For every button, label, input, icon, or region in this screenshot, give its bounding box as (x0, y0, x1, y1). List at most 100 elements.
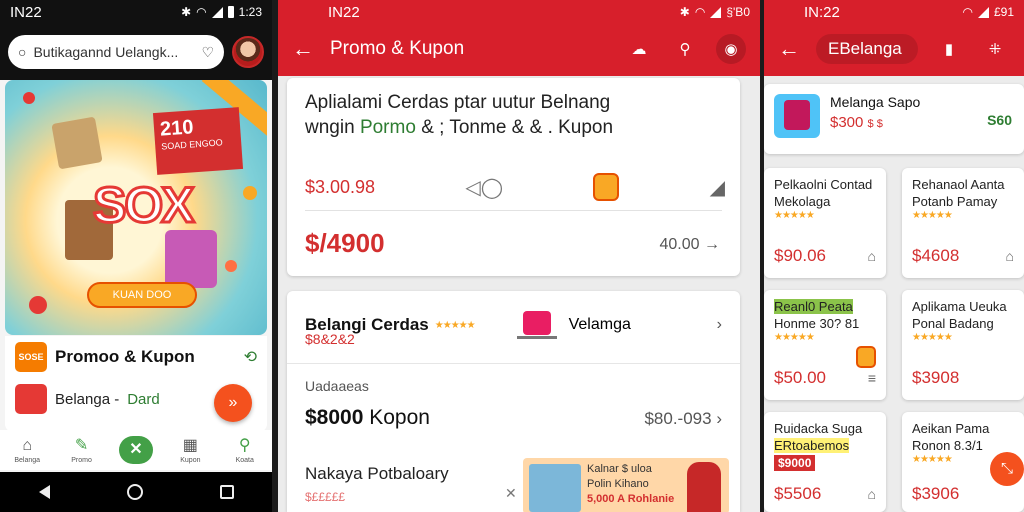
nav-search[interactable]: ⚲ Koata (221, 437, 269, 464)
phone-screen-home: IN22 ✱ ◠ 1:23 ○ Butikagannd Uelangk... ♡… (0, 0, 272, 512)
home-outline-icon[interactable]: ⌂ (868, 486, 876, 502)
status-bar: IN:22 ◠ £91 (764, 0, 1024, 24)
product-name: Pelkaolni Contad Mekolaga (774, 177, 873, 209)
shortcut-belanga-suffix: Dard (127, 390, 160, 408)
system-nav-bar (0, 472, 272, 512)
featured-product[interactable]: Melanga Sapo $300 $ $ S60 (764, 84, 1024, 154)
scan-icon: ✕ (118, 436, 153, 464)
nav-label: Belanga (14, 456, 41, 464)
wifi-icon: ◠ (196, 5, 207, 19)
recents-icon[interactable] (219, 485, 234, 499)
search-icon[interactable]: ⚲ (670, 34, 700, 64)
product-rating: $ $ (867, 118, 883, 130)
promo-header: IN22 ✱ ◠ §'B0 ← Promo & Kupon ☁ ⚲ ◉ (278, 0, 760, 76)
product-name: Ruidacka Suga (774, 421, 863, 436)
heading-line-2: wngin Pormo & ; Tonme & & . Kupon (305, 115, 722, 140)
kupon-side[interactable]: $80.-093 › (644, 409, 722, 429)
wifi-icon: ◠ (694, 5, 706, 19)
kupon-row[interactable]: $8000 Kopon (305, 406, 430, 430)
store-sub-price: $8&2&2 (305, 331, 355, 347)
back-arrow-icon[interactable]: ← (778, 36, 800, 62)
heading-line-1: Aplialami Cerdas ptar uutur Belnang (305, 92, 611, 113)
product-price: $90.06 (774, 246, 826, 265)
floating-action-button[interactable]: ⤡ (990, 452, 1024, 486)
signal-icon (211, 6, 223, 18)
product-card[interactable]: Rehanaol Aanta Potanb Pamay ★★★★★ $4608 … (902, 168, 1024, 278)
shield-icon (593, 173, 620, 201)
product-card[interactable]: Ruidacka Suga ERtoabemos $9000 $5506 ⌂ (764, 412, 886, 512)
arrow-right-icon: → (704, 236, 720, 253)
signal-icon (977, 6, 989, 18)
shield-icon (856, 346, 876, 368)
home-outline-icon[interactable]: ⌂ (1006, 248, 1014, 264)
filter-icon[interactable]: ⁜ (980, 34, 1010, 64)
floating-action-button[interactable]: » (214, 384, 252, 422)
bookmark-icon[interactable]: ▮ (934, 34, 964, 64)
heading-word: wngin (305, 117, 355, 138)
product-card[interactable]: Reanl0 Peata Honme 30? 81 ★★★★★ $50.00 ≡ (764, 290, 886, 400)
promo-hero-card[interactable]: Aplialami Cerdas ptar uutur Belnang wngi… (287, 78, 740, 276)
nav-scan[interactable]: ✕ (112, 436, 160, 464)
search-input[interactable]: Butikagannd Uelangk... (33, 44, 194, 60)
list-icon[interactable]: ≡ (868, 370, 876, 386)
product-card[interactable]: Pelkaolni Contad Mekolaga ★★★★★ $90.06 ⌂ (764, 168, 886, 278)
refresh-icon[interactable]: ⟲ (244, 347, 257, 367)
nav-kupon[interactable]: ▦ Kupon (166, 437, 214, 464)
nav-label: Kupon (180, 456, 201, 464)
chat-icon[interactable]: ♡ (201, 44, 214, 61)
app-bar: ← EBelanga ▮ ⁜ (764, 24, 1024, 74)
phone-screen-promo: IN22 ✱ ◠ §'B0 ← Promo & Kupon ☁ ⚲ ◉ Apli… (278, 0, 760, 512)
banner-cta[interactable]: KUAN DOO (87, 282, 197, 308)
promo-banner[interactable]: 210 SOAD ENGOO SOX KUAN DOO (5, 80, 267, 335)
divider (287, 363, 740, 364)
belanga-header: IN:22 ◠ £91 ← EBelanga ▮ ⁜ (764, 0, 1024, 76)
shortcut-promo[interactable]: SOSE Promoo & Kupon ⟲ (5, 336, 267, 378)
store-right-label: Velamga (568, 316, 631, 333)
signal-icon (710, 6, 722, 18)
home-outline-icon[interactable]: ⌂ (868, 248, 876, 264)
status-time: £91 (993, 5, 1014, 19)
product-tag: S60 (987, 112, 1012, 128)
chevron-right-icon[interactable]: › (717, 316, 722, 334)
home-icon: ⌂ (22, 436, 33, 454)
product-name: Melanga Sapo (830, 94, 921, 110)
back-arrow-icon[interactable]: ← (292, 36, 314, 62)
search-bar[interactable]: ○ Butikagannd Uelangk... ♡ (8, 35, 224, 69)
divider (305, 210, 722, 211)
ad-image (529, 464, 581, 512)
banner-badge: 210 SOAD ENGOO (152, 107, 244, 175)
product-card[interactable]: Aplikama Ueuka Ponal Badang ★★★★★ $3908 (902, 290, 1024, 400)
search-icon: ○ (18, 44, 27, 60)
product-price: $50.00 (774, 368, 826, 387)
product-info: Melanga Sapo $300 $ $ (830, 94, 920, 144)
heading-word: & ; Tonme & & . Kupon (421, 117, 614, 138)
search-icon: ⚲ (238, 436, 251, 454)
badge-number: 210 (159, 116, 195, 141)
product-price: $5506 (774, 484, 822, 503)
bottom-nav: ⌂ Belanga ✎ Promo ✕ ▦ Kupon ⚲ Koata (0, 430, 272, 470)
home-button-icon[interactable] (126, 484, 143, 500)
back-icon[interactable] (38, 485, 50, 499)
shortcut-promo-label: Promoo & Kupon (55, 347, 195, 366)
wifi-icon: ◠ (962, 5, 973, 19)
page-title: EBelanga (816, 34, 918, 64)
nav-label: Promo (71, 456, 92, 464)
nav-belanga[interactable]: ⌂ Belanga (3, 437, 51, 464)
chevron-right-icon: › (716, 409, 722, 428)
status-carrier: IN22 (10, 3, 42, 21)
rating-stars: ★★★★★ (912, 332, 953, 343)
status-time: §'B0 (726, 5, 750, 19)
bluetooth-icon: ✱ (181, 5, 192, 19)
promo-side-price[interactable]: 40.00 → (660, 236, 721, 254)
home-header: ○ Butikagannd Uelangk... ♡ (0, 24, 272, 80)
chat-icon[interactable]: ☁ (624, 34, 654, 64)
status-icons: ◠ £91 (962, 5, 1014, 19)
product-name: Aeikan Pama (912, 421, 990, 436)
store-row[interactable]: Belangi Cerdas ★★★★★ Velamga › (305, 305, 722, 345)
nav-promo[interactable]: ✎ Promo (58, 437, 106, 464)
nav-label: Koata (235, 456, 254, 464)
avatar[interactable] (232, 36, 264, 68)
ad-banner[interactable]: Kalnar $ uloa Polin Kihano 5,000 A Rohla… (523, 458, 729, 512)
close-icon[interactable]: ✕ (505, 485, 517, 502)
alarm-icon[interactable]: ◉ (716, 34, 746, 64)
